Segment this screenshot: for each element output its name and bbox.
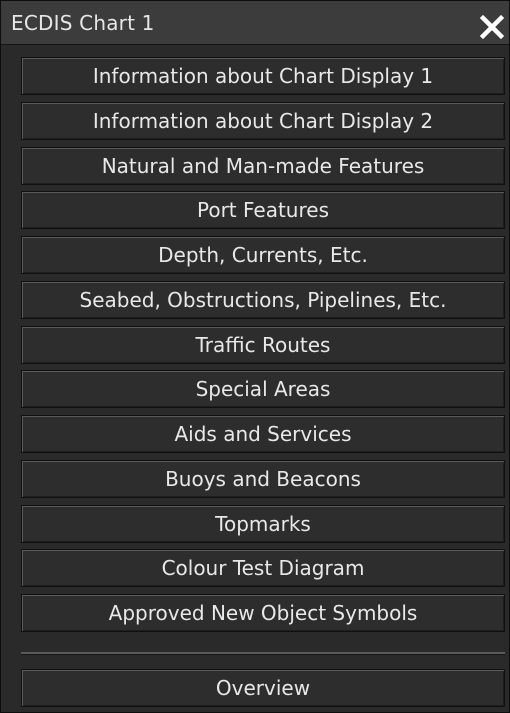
menu-item-chart-display-info-1[interactable]: Information about Chart Display 1 [21,57,505,95]
menu-item-buoys-beacons[interactable]: Buoys and Beacons [21,460,505,498]
menu-item-chart-display-info-2[interactable]: Information about Chart Display 2 [21,102,505,140]
menu-item-new-object-symbols[interactable]: Approved New Object Symbols [21,594,505,632]
overview-button[interactable]: Overview [21,669,505,707]
menu-item-topmarks[interactable]: Topmarks [21,505,505,543]
menu-item-depth-currents[interactable]: Depth, Currents, Etc. [21,236,505,274]
menu-item-seabed-obstructions[interactable]: Seabed, Obstructions, Pipelines, Etc. [21,281,505,319]
ecdis-chart-window: ECDIS Chart 1 Information about Chart Di… [0,0,510,713]
window-title: ECDIS Chart 1 [11,11,155,35]
menu-separator [21,652,505,655]
title-bar: ECDIS Chart 1 [1,1,509,45]
menu-item-traffic-routes[interactable]: Traffic Routes [21,326,505,364]
menu-item-special-areas[interactable]: Special Areas [21,370,505,408]
menu-item-colour-test-diagram[interactable]: Colour Test Diagram [21,549,505,587]
close-icon [479,14,505,40]
menu-item-port-features[interactable]: Port Features [21,191,505,229]
menu-item-natural-manmade-features[interactable]: Natural and Man-made Features [21,147,505,185]
close-button[interactable] [478,13,506,41]
menu-item-aids-services[interactable]: Aids and Services [21,415,505,453]
